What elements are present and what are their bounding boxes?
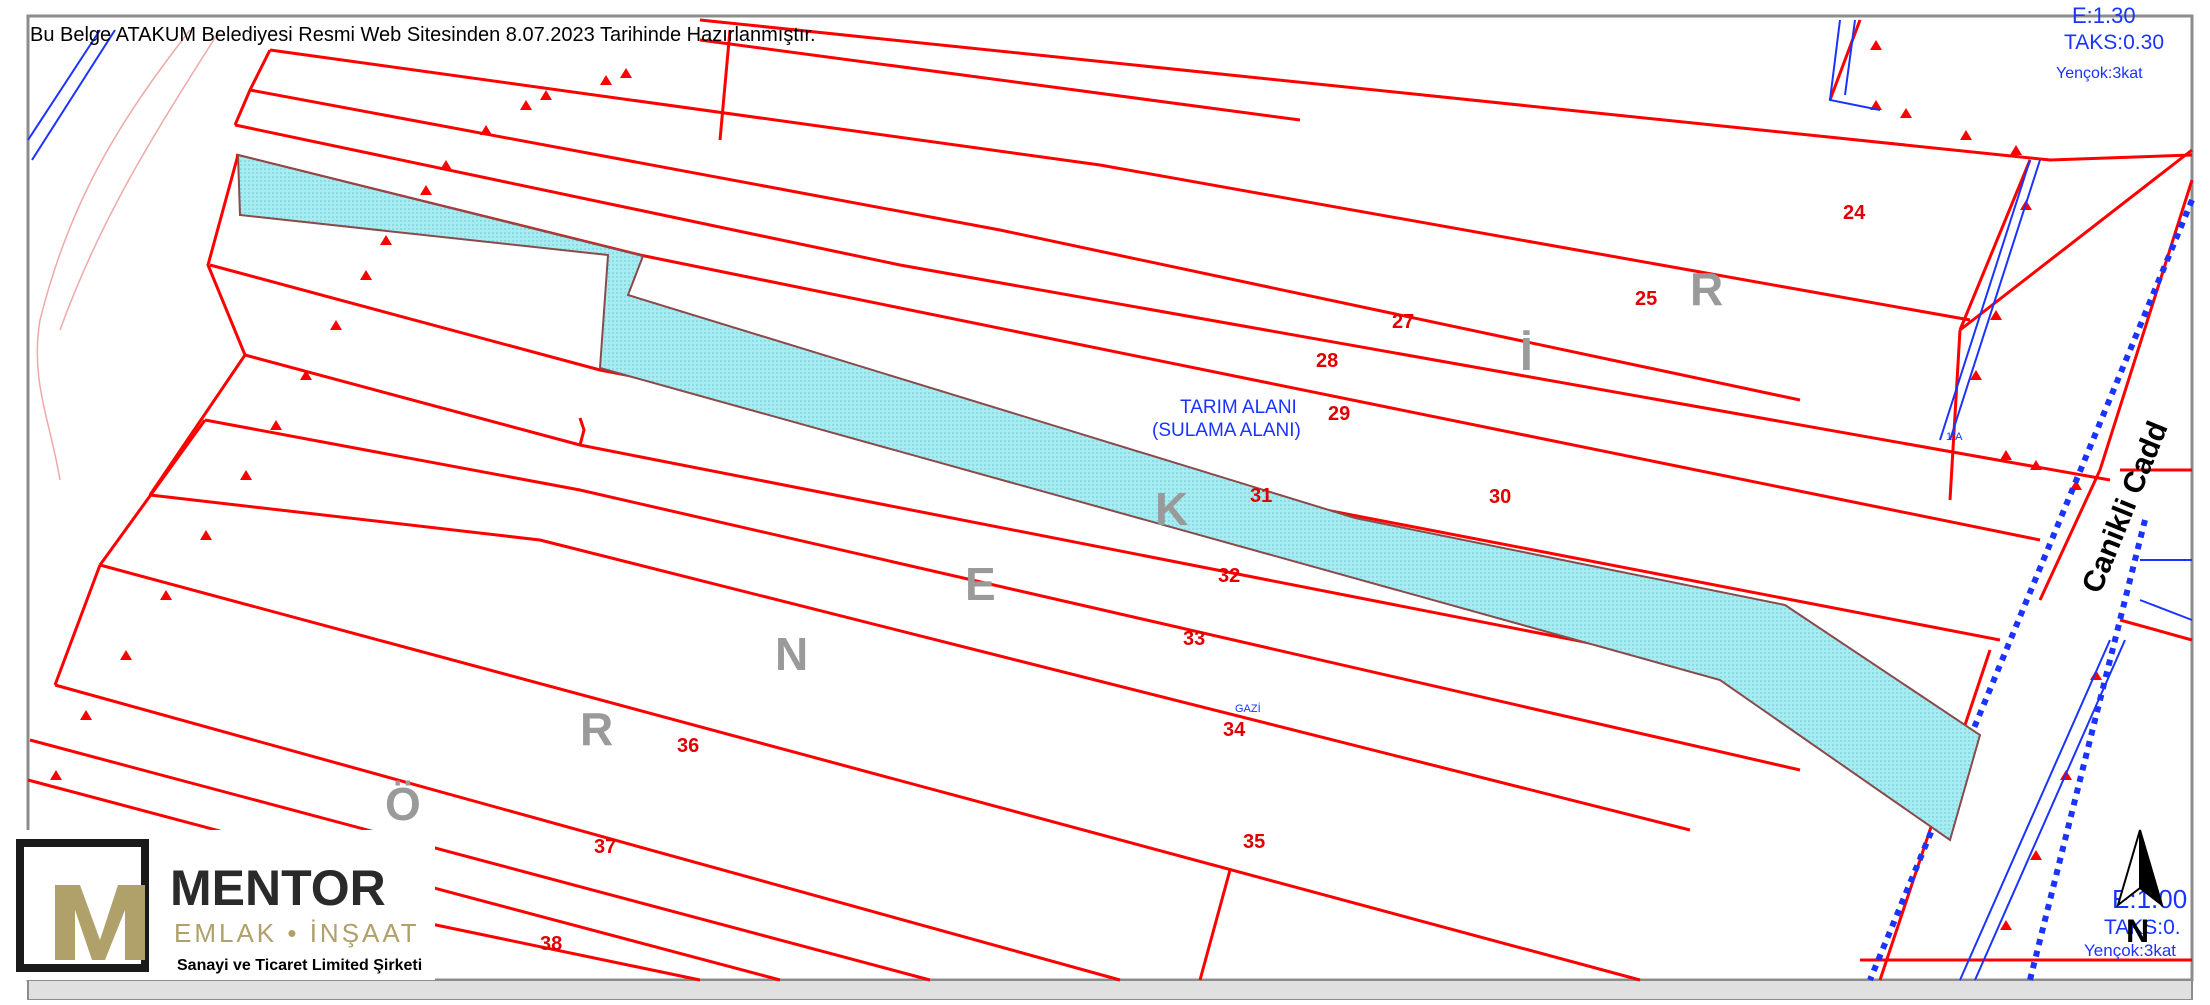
- zoning-line: Yençok:3kat: [2056, 65, 2143, 82]
- parcel-number: 38: [540, 933, 562, 955]
- district-letter: E: [965, 558, 996, 610]
- district-letter: N: [775, 628, 808, 680]
- district-letter: Ö: [385, 778, 421, 830]
- parcel-number: 37: [594, 836, 616, 858]
- zoning-line: E:1.30: [2072, 3, 2136, 28]
- district-letter: R: [1690, 263, 1723, 315]
- logo: MENTOR EMLAK • İNŞAAT Sanayi ve Ticaret …: [10, 830, 435, 980]
- document-header: Bu Belge ATAKUM Belediyesi Resmi Web Sit…: [30, 24, 816, 46]
- district-letter: R: [580, 703, 613, 755]
- area-label-line2: (SULAMA ALANI): [1152, 420, 1301, 441]
- district-letter: K: [1155, 483, 1188, 535]
- parcel-number: 28: [1316, 350, 1338, 372]
- parcel-number: 24: [1843, 202, 1866, 224]
- zoning-line: TAKS:0.30: [2064, 31, 2164, 54]
- parcel-number: 32: [1218, 565, 1240, 587]
- parcel-number: 35: [1243, 831, 1265, 853]
- cadastral-map: Ö R N E K İ R 24 25 27 28 29 30 31 32 33…: [10, 3, 2195, 1001]
- logo-company: Sanayi ve Ticaret Limited Şirketi: [177, 957, 422, 974]
- district-letter: İ: [1520, 328, 1533, 380]
- parcel-number: 34: [1223, 719, 1246, 741]
- map-frame: Ö R N E K İ R 24 25 27 28 29 30 31 32 33…: [0, 0, 2210, 1001]
- logo-tagline: EMLAK • İNŞAAT: [174, 918, 420, 948]
- parcel-number: 31: [1250, 485, 1272, 507]
- parcel-number: 25: [1635, 288, 1657, 310]
- parcel-number: 27: [1392, 311, 1414, 333]
- small-map-label: GAZİ: [1235, 702, 1261, 715]
- parcel-number: 36: [677, 735, 699, 757]
- parcel-number: 33: [1183, 628, 1205, 650]
- area-label-line1: TARIM ALANI: [1180, 397, 1297, 418]
- small-map-label: 1/A: [1946, 431, 1963, 443]
- north-label: N: [2126, 913, 2149, 949]
- parcel-number: 30: [1489, 486, 1511, 508]
- bottom-strip: [27, 979, 2193, 1001]
- logo-name: MENTOR: [170, 860, 386, 916]
- parcel-number: 29: [1328, 403, 1350, 425]
